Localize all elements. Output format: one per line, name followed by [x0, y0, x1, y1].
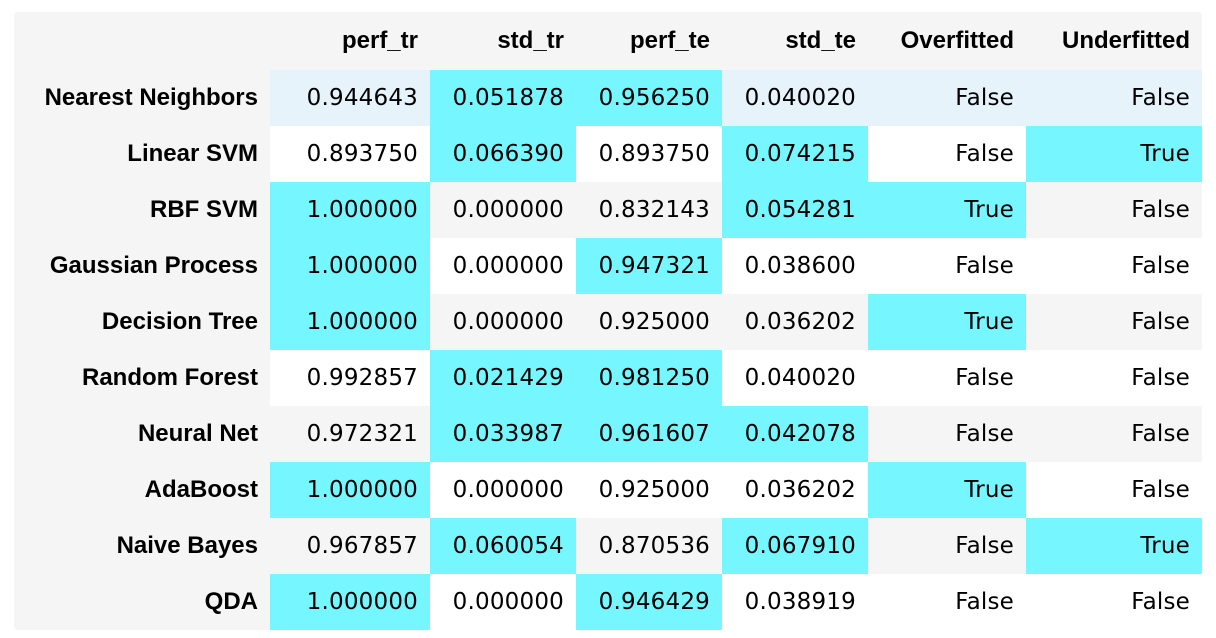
table-cell: 0.972321 [270, 406, 430, 462]
row-label: Decision Tree [14, 294, 270, 350]
column-header-perf-te: perf_te [576, 12, 722, 70]
table-cell: 0.038600 [722, 238, 868, 294]
table-cell: 0.944643 [270, 70, 430, 126]
row-label: Neural Net [14, 406, 270, 462]
column-header-underfitted: Underfitted [1026, 12, 1202, 70]
table-row: Decision Tree 1.000000 0.000000 0.925000… [14, 294, 1202, 350]
table-cell: 0.066390 [430, 126, 576, 182]
table-row: AdaBoost 1.000000 0.000000 0.925000 0.03… [14, 462, 1202, 518]
table-row: Gaussian Process 1.000000 0.000000 0.947… [14, 238, 1202, 294]
table-cell: 0.832143 [576, 182, 722, 238]
row-label: Naive Bayes [14, 518, 270, 574]
table-cell: True [868, 462, 1026, 518]
table-row: Neural Net 0.972321 0.033987 0.961607 0.… [14, 406, 1202, 462]
results-table-container: perf_tr std_tr perf_te std_te Overfitted… [14, 12, 1202, 630]
table-cell: False [1026, 406, 1202, 462]
row-label: Linear SVM [14, 126, 270, 182]
table-row: Nearest Neighbors 0.944643 0.051878 0.95… [14, 70, 1202, 126]
table-cell: False [1026, 182, 1202, 238]
table-cell: 0.946429 [576, 574, 722, 630]
table-cell: True [868, 182, 1026, 238]
table-cell: False [868, 518, 1026, 574]
table-cell: 0.054281 [722, 182, 868, 238]
column-header-perf-tr: perf_tr [270, 12, 430, 70]
table-cell: False [868, 238, 1026, 294]
table-cell: 0.038919 [722, 574, 868, 630]
table-cell: 0.000000 [430, 574, 576, 630]
table-row: Naive Bayes 0.967857 0.060054 0.870536 0… [14, 518, 1202, 574]
table-cell: False [868, 126, 1026, 182]
table-cell: 0.033987 [430, 406, 576, 462]
row-label: Gaussian Process [14, 238, 270, 294]
corner-header [14, 12, 270, 70]
table-cell: 0.040020 [722, 70, 868, 126]
header-row: perf_tr std_tr perf_te std_te Overfitted… [14, 12, 1202, 70]
table-row: Linear SVM 0.893750 0.066390 0.893750 0.… [14, 126, 1202, 182]
table-cell: 0.961607 [576, 406, 722, 462]
table-cell: False [1026, 238, 1202, 294]
table-cell: False [1026, 350, 1202, 406]
table-cell: 0.893750 [270, 126, 430, 182]
table-cell: False [1026, 294, 1202, 350]
table-cell: 0.040020 [722, 350, 868, 406]
table-cell: 0.036202 [722, 462, 868, 518]
table-cell: 0.051878 [430, 70, 576, 126]
table-cell: 0.074215 [722, 126, 868, 182]
table-cell: 0.042078 [722, 406, 868, 462]
table-cell: 0.992857 [270, 350, 430, 406]
table-cell: 0.925000 [576, 462, 722, 518]
row-label: AdaBoost [14, 462, 270, 518]
column-header-std-tr: std_tr [430, 12, 576, 70]
table-cell: 0.000000 [430, 182, 576, 238]
table-cell: 0.000000 [430, 462, 576, 518]
row-label: RBF SVM [14, 182, 270, 238]
table-cell: 1.000000 [270, 182, 430, 238]
table-cell: True [868, 294, 1026, 350]
table-cell: 0.870536 [576, 518, 722, 574]
table-cell: False [868, 70, 1026, 126]
table-cell: 0.956250 [576, 70, 722, 126]
table-cell: 0.036202 [722, 294, 868, 350]
table-cell: 1.000000 [270, 574, 430, 630]
table-cell: 0.000000 [430, 294, 576, 350]
table-cell: 0.925000 [576, 294, 722, 350]
table-cell: 0.967857 [270, 518, 430, 574]
column-header-overfitted: Overfitted [868, 12, 1026, 70]
results-table: perf_tr std_tr perf_te std_te Overfitted… [14, 12, 1202, 630]
table-row: RBF SVM 1.000000 0.000000 0.832143 0.054… [14, 182, 1202, 238]
table-cell: 0.060054 [430, 518, 576, 574]
table-cell: False [1026, 70, 1202, 126]
table-row: QDA 1.000000 0.000000 0.946429 0.038919 … [14, 574, 1202, 630]
table-cell: True [1026, 126, 1202, 182]
table-row: Random Forest 0.992857 0.021429 0.981250… [14, 350, 1202, 406]
row-label: Nearest Neighbors [14, 70, 270, 126]
table-cell: True [1026, 518, 1202, 574]
table-cell: 0.000000 [430, 238, 576, 294]
table-cell: 1.000000 [270, 238, 430, 294]
table-cell: 0.067910 [722, 518, 868, 574]
column-header-std-te: std_te [722, 12, 868, 70]
table-cell: 1.000000 [270, 462, 430, 518]
table-cell: False [868, 574, 1026, 630]
table-cell: False [868, 406, 1026, 462]
row-label: Random Forest [14, 350, 270, 406]
table-cell: False [1026, 462, 1202, 518]
table-cell: 0.947321 [576, 238, 722, 294]
row-label: QDA [14, 574, 270, 630]
table-cell: 0.021429 [430, 350, 576, 406]
table-cell: 0.893750 [576, 126, 722, 182]
table-cell: False [1026, 574, 1202, 630]
table-cell: False [868, 350, 1026, 406]
table-cell: 1.000000 [270, 294, 430, 350]
table-cell: 0.981250 [576, 350, 722, 406]
